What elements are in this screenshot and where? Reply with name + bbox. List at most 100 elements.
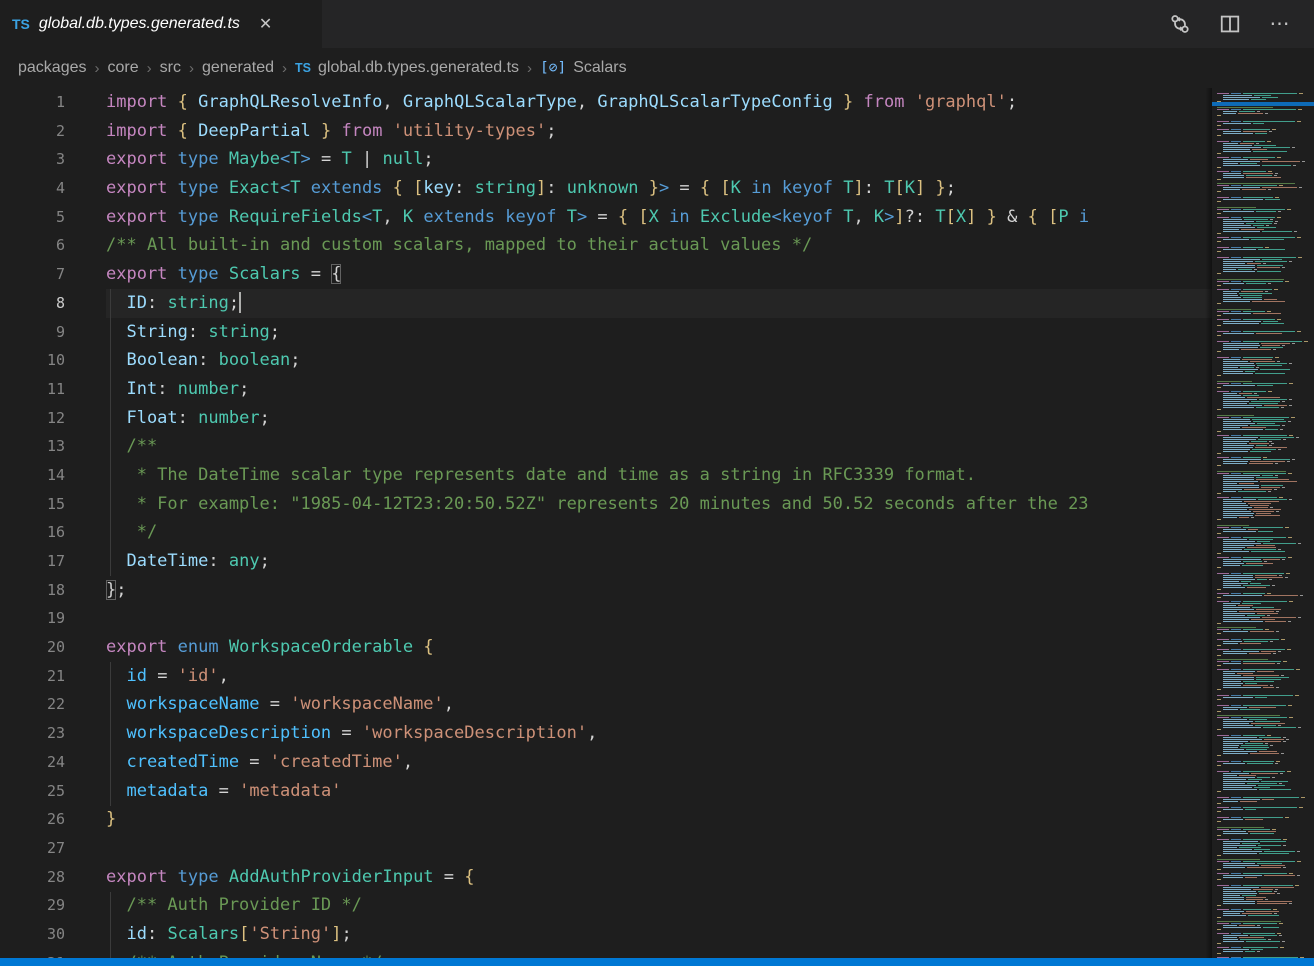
typescript-file-icon: TS [295,61,311,75]
code-line[interactable]: Int: number; [106,375,1314,404]
more-actions-icon[interactable]: ⋯ [1268,12,1292,36]
code-line[interactable]: String: string; [106,318,1314,347]
code-line[interactable]: export type Exact<T extends { [key: stri… [106,174,1314,203]
line-number: 23 [0,719,65,748]
code-line[interactable]: export type AddAuthProviderInput = { [106,863,1314,892]
code-token: X [649,207,659,227]
code-line[interactable]: import { GraphQLResolveInfo, GraphQLScal… [106,88,1314,117]
code-line[interactable]: * The DateTime scalar type represents da… [106,461,1314,490]
code-line[interactable]: }; [106,576,1314,605]
code-token: ; [290,350,300,370]
line-number: 6 [0,231,65,260]
line-number: 21 [0,662,65,691]
code-line[interactable]: workspaceName = 'workspaceName', [106,690,1314,719]
code-token: ID [106,293,147,313]
code-token: : [147,924,167,944]
breadcrumb: packages›core›src›generated›TSglobal.db.… [0,48,1314,88]
code-token: = [147,666,178,686]
code-token: = [301,264,332,284]
code-line[interactable]: } [106,805,1314,834]
breadcrumb-separator: › [282,60,287,77]
code-token: boolean [219,350,291,370]
code-token: number [178,379,239,399]
code-token: [ [638,207,648,227]
editor-tab[interactable]: TS global.db.types.generated.ts ✕ [0,0,322,48]
code-line[interactable]: */ [106,518,1314,547]
breadcrumb-item-scalars[interactable]: [⊘]Scalars [540,59,627,77]
code-line[interactable]: import { DeepPartial } from 'utility-typ… [106,117,1314,146]
line-number: 7 [0,260,65,289]
code-line[interactable] [106,834,1314,863]
code-token: : [147,293,167,313]
code-line[interactable]: id = 'id', [106,662,1314,691]
code-token: keyof [772,178,833,198]
code-token: Int [106,379,157,399]
code-line[interactable]: export type RequireFields<T, K extends k… [106,203,1314,232]
code-line[interactable]: /** [106,432,1314,461]
code-token: ; [239,379,249,399]
code-token: Boolean [106,350,198,370]
code-line[interactable]: /** Auth Provider Name */ [106,949,1314,958]
code-token: } [106,580,116,600]
code-line[interactable]: Float: number; [106,404,1314,433]
code-line[interactable]: export enum WorkspaceOrderable { [106,633,1314,662]
line-number: 1 [0,88,65,117]
code-token: ; [116,580,126,600]
code-area[interactable]: import { GraphQLResolveInfo, GraphQLScal… [106,88,1314,958]
breadcrumb-item-packages[interactable]: packages [18,59,87,77]
code-line[interactable]: id: Scalars['String']; [106,920,1314,949]
code-line[interactable]: export type Scalars = { [106,260,1314,289]
code-token [413,637,423,657]
code-token: workspaceName [106,694,260,714]
breadcrumb-separator: › [95,60,100,77]
code-line[interactable]: workspaceDescription = 'workspaceDescrip… [106,719,1314,748]
code-token: 'String' [249,924,331,944]
code-token: = [669,178,700,198]
code-token: [ [1048,207,1058,227]
minimap[interactable] [1212,88,1314,958]
code-line[interactable]: createdTime = 'createdTime', [106,748,1314,777]
breadcrumb-item-generated[interactable]: generated [202,59,274,77]
code-token: export [106,867,167,887]
code-token: < [772,207,782,227]
code-token [167,121,177,141]
status-bar[interactable] [0,958,1314,966]
code-token: K [874,207,884,227]
code-token: { [618,207,628,227]
code-token: number [198,408,259,428]
close-tab-icon[interactable]: ✕ [255,12,276,36]
code-token: } [649,178,659,198]
line-number: 25 [0,777,65,806]
code-line[interactable]: * For example: "1985-04-12T23:20:50.52Z"… [106,490,1314,519]
code-line[interactable]: export type Maybe<T> = T | null; [106,145,1314,174]
code-token: ; [229,293,239,313]
code-token: , [577,92,597,112]
line-number: 5 [0,203,65,232]
code-line[interactable]: ID: string; [106,289,1314,318]
compare-changes-icon[interactable] [1168,12,1192,36]
code-line[interactable]: Boolean: boolean; [106,346,1314,375]
breadcrumb-item-global-db-types-generated-ts[interactable]: TSglobal.db.types.generated.ts [295,59,519,77]
code-line[interactable]: /** Auth Provider ID */ [106,891,1314,920]
code-token: , [382,92,402,112]
code-token: ] [854,178,864,198]
split-editor-icon[interactable] [1218,12,1242,36]
code-line[interactable]: /** All built-in and custom scalars, map… [106,231,1314,260]
code-token: ; [270,322,280,342]
code-token: , [587,723,597,743]
code-token: < [362,207,372,227]
code-token: Scalars [219,264,301,284]
breadcrumb-item-core[interactable]: core [108,59,139,77]
code-token: ; [260,551,270,571]
code-line[interactable]: metadata = 'metadata' [106,777,1314,806]
breadcrumb-item-src[interactable]: src [160,59,181,77]
code-line[interactable]: DateTime: any; [106,547,1314,576]
code-token: | [352,149,383,169]
code-token: enum [167,637,218,657]
text-cursor [239,292,241,313]
code-token: /** [106,436,157,456]
code-token: , [853,207,873,227]
code-line[interactable] [106,604,1314,633]
code-editor[interactable]: 1234567891011121314151617181920212223242… [0,88,1314,958]
code-token: metadata [106,781,208,801]
